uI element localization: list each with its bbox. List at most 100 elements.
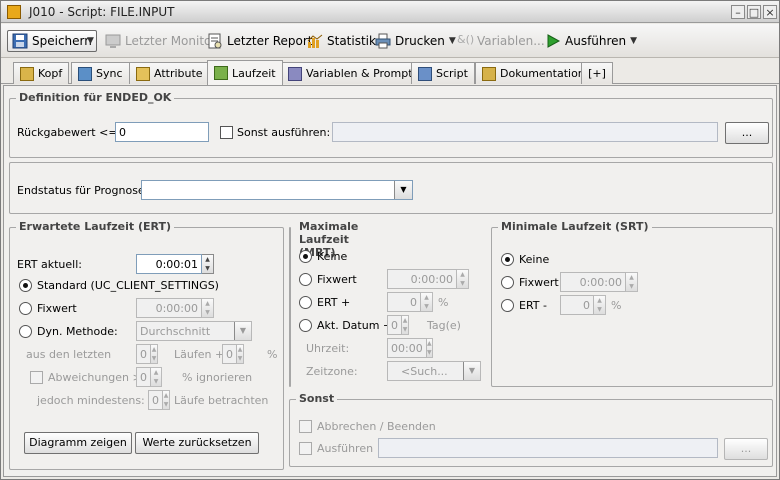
ert-standard-radio[interactable] <box>19 279 32 292</box>
tab-label: Laufzeit <box>232 66 276 80</box>
ert-current-spinner[interactable]: 0:00:01 ▲ ▼ <box>136 254 214 274</box>
tab-variablen-prompts[interactable]: Variablen & Prompts <box>281 62 426 84</box>
spinner-arrows-icon[interactable]: ▲ ▼ <box>402 315 409 335</box>
mrt-ert-value[interactable]: 0 <box>387 292 421 312</box>
mrt-date-radio[interactable] <box>299 319 312 332</box>
srt-ert-spinner[interactable]: 0 ▲ ▼ <box>560 295 606 315</box>
execute-button[interactable]: Ausführen ▼ <box>541 30 641 52</box>
ert-deviation-checkbox[interactable] <box>30 371 43 384</box>
ert-current-value[interactable]: 0:00:01 <box>136 254 202 274</box>
mrt-fixed-radio[interactable] <box>299 273 312 286</box>
tab-add[interactable]: [+] <box>581 62 613 84</box>
mrt-group: Maximale Laufzeit (MRT) Keine Fixwert 0:… <box>289 220 481 387</box>
spinner-arrows-icon[interactable]: ▲ ▼ <box>202 254 214 274</box>
statistics-button[interactable]: Statistik <box>303 30 380 52</box>
mrt-day-value[interactable]: 0 <box>387 315 402 335</box>
reset-values-button[interactable]: Werte zurücksetzen <box>135 432 259 454</box>
save-dropdown[interactable]: ▼ <box>83 30 98 52</box>
mrt-fixed-value[interactable]: 0:00:00 <box>387 269 457 289</box>
ert-dyn-method-select[interactable]: Durchschnitt ▼ <box>136 321 252 341</box>
ert-percent-value[interactable]: 0 <box>222 344 237 364</box>
return-value-input[interactable]: 0 <box>115 122 209 142</box>
abort-checkbox[interactable] <box>299 420 312 433</box>
mrt-timezone-select[interactable]: <Such... ▼ <box>387 361 481 381</box>
tab-script[interactable]: Script <box>411 62 475 84</box>
last-report-button[interactable]: Letzter Report <box>203 30 316 52</box>
srt-ert-minus-radio[interactable] <box>501 299 514 312</box>
tab-laufzeit[interactable]: Laufzeit <box>207 60 283 85</box>
spinner-arrows-icon[interactable]: ▲ ▼ <box>594 295 606 315</box>
tab-dokumentation[interactable]: Dokumentation <box>475 62 592 84</box>
ert-fixed-value[interactable]: 0:00:00 <box>136 298 202 318</box>
chevron-down-icon[interactable]: ▼ <box>630 36 637 46</box>
ert-deviation-label: Abweichungen > <box>48 371 142 384</box>
prognosis-status-select[interactable] <box>141 180 413 200</box>
mrt-fixed-label: Fixwert <box>317 273 357 286</box>
variables-icon: &() <box>457 33 475 46</box>
variables-button[interactable]: &() Variablen... <box>453 30 549 52</box>
tab-attribute[interactable]: Attribute <box>129 62 210 84</box>
spinner-arrows-icon[interactable]: ▲ ▼ <box>457 269 469 289</box>
ert-fixed-spinner[interactable]: 0:00:00 ▲ ▼ <box>136 298 214 318</box>
else-execute-checkbox[interactable] <box>299 442 312 455</box>
show-chart-button[interactable]: Diagramm zeigen <box>24 432 132 454</box>
ert-fixed-radio[interactable] <box>19 302 32 315</box>
srt-fixed-label: Fixwert <box>519 276 559 289</box>
else-execute-object-input[interactable] <box>378 438 718 458</box>
maximize-button[interactable]: □ <box>747 5 761 19</box>
ert-runs-spinner[interactable]: 0 ▲ ▼ <box>136 344 158 364</box>
mrt-time-value[interactable]: 00:00 <box>387 338 427 358</box>
else-execute-checkbox[interactable] <box>220 126 233 139</box>
printer-icon <box>375 33 391 49</box>
ert-deviation-spinner[interactable]: 0 ▲ ▼ <box>136 367 162 387</box>
spinner-arrows-icon[interactable]: ▲ ▼ <box>626 272 638 292</box>
ert-percent-spinner[interactable]: 0 ▲ ▼ <box>222 344 244 364</box>
spinner-arrows-icon[interactable]: ▲ ▼ <box>151 344 158 364</box>
else-execute-object-input[interactable] <box>332 122 718 142</box>
abort-label: Abbrechen / Beenden <box>317 420 436 433</box>
browse-button[interactable]: ... <box>724 438 768 460</box>
percent-sign: % <box>267 348 278 361</box>
tab-sync[interactable]: Sync <box>71 62 130 84</box>
tab-label: Attribute <box>154 67 203 80</box>
monitor-icon <box>105 34 121 48</box>
spinner-arrows-icon[interactable]: ▲ ▼ <box>202 298 214 318</box>
tab-label: Sync <box>96 67 123 80</box>
minimize-button[interactable]: – <box>731 5 745 19</box>
documentation-icon <box>482 66 496 81</box>
mrt-fixed-spinner[interactable]: 0:00:00 ▲ ▼ <box>387 269 469 289</box>
srt-fixed-radio[interactable] <box>501 276 514 289</box>
srt-fixed-value[interactable]: 0:00:00 <box>560 272 626 292</box>
ert-current-label: ERT aktuell: <box>17 258 82 271</box>
spinner-arrows-icon[interactable]: ▲ ▼ <box>421 292 433 312</box>
mrt-day-label: Tag(e) <box>427 319 461 332</box>
tab-label: Script <box>436 67 468 80</box>
mrt-ert-spinner[interactable]: 0 ▲ ▼ <box>387 292 433 312</box>
mrt-ert-plus-radio[interactable] <box>299 296 312 309</box>
tab-kopf[interactable]: Kopf <box>13 62 70 84</box>
mrt-time-spinner[interactable]: 00:00 ▲ ▼ <box>387 338 433 358</box>
spinner-arrows-icon[interactable]: ▲ ▼ <box>237 344 244 364</box>
spinner-arrows-icon[interactable]: ▲ ▼ <box>426 338 433 358</box>
prognosis-dropdown[interactable]: ▼ <box>394 180 413 200</box>
ert-minimum-value[interactable]: 0 <box>148 390 163 410</box>
mrt-date-label: Akt. Datum + <box>317 319 393 332</box>
mrt-none-radio[interactable] <box>299 250 312 263</box>
ert-dyn-radio[interactable] <box>19 325 32 338</box>
srt-fixed-spinner[interactable]: 0:00:00 ▲ ▼ <box>560 272 638 292</box>
srt-ert-value[interactable]: 0 <box>560 295 594 315</box>
spinner-arrows-icon[interactable]: ▲ ▼ <box>151 367 162 387</box>
browse-button[interactable]: ... <box>725 122 769 144</box>
attribute-icon <box>136 66 150 81</box>
variables-label: Variablen... <box>477 34 545 48</box>
mrt-day-spinner[interactable]: 0 ▲ ▼ <box>387 315 409 335</box>
ert-runs-value[interactable]: 0 <box>136 344 151 364</box>
close-button[interactable]: × <box>763 5 777 19</box>
ert-minimum-spinner[interactable]: 0 ▲ ▼ <box>148 390 170 410</box>
print-button[interactable]: Drucken ▼ <box>371 30 460 52</box>
ert-deviation-value[interactable]: 0 <box>136 367 151 387</box>
tab-label: Dokumentation <box>500 67 585 80</box>
spinner-arrows-icon[interactable]: ▲ ▼ <box>163 390 170 410</box>
ert-minimum-label: jedoch mindestens: <box>37 394 145 407</box>
srt-none-radio[interactable] <box>501 253 514 266</box>
